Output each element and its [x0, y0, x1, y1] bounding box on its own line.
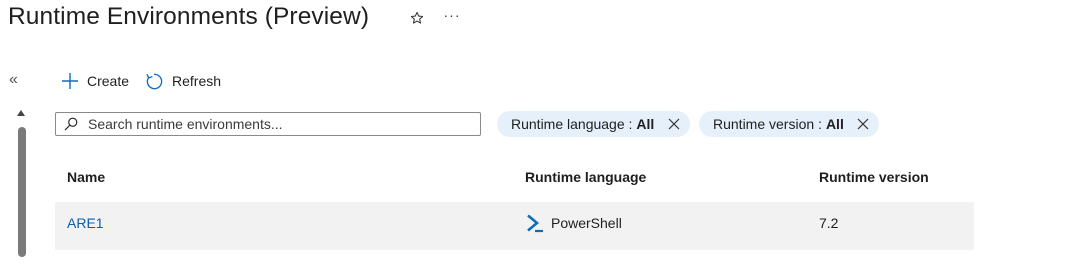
filter-pill-runtime-version[interactable]: Runtime version : All: [699, 111, 879, 137]
column-header-name[interactable]: Name: [67, 169, 105, 185]
refresh-icon: [146, 73, 163, 89]
create-button-label: Create: [87, 73, 130, 89]
ellipsis-icon[interactable]: ···: [443, 6, 461, 24]
scrollbar-thumb[interactable]: [18, 127, 26, 257]
star-icon[interactable]: [408, 9, 426, 27]
double-chevron-left-icon[interactable]: «: [9, 71, 18, 89]
search-icon: [64, 117, 78, 131]
filter-value: All: [825, 116, 844, 132]
column-header-runtime-version[interactable]: Runtime version: [819, 169, 929, 185]
plus-icon: [62, 73, 78, 89]
filter-pill-runtime-language[interactable]: Runtime language : All: [497, 111, 690, 137]
search-input[interactable]: [88, 116, 468, 132]
filter-value: All: [636, 116, 655, 132]
close-icon[interactable]: [668, 118, 680, 130]
close-icon[interactable]: [857, 118, 869, 130]
search-field[interactable]: [55, 112, 481, 136]
refresh-button-label: Refresh: [172, 73, 222, 89]
runtime-name-link[interactable]: ARE1: [67, 215, 104, 231]
filter-label: Runtime version :: [713, 116, 822, 132]
filter-label: Runtime language :: [511, 116, 633, 132]
powershell-icon: [527, 214, 543, 233]
runtime-language-label: PowerShell: [551, 215, 622, 231]
scroll-up-arrow[interactable]: [17, 110, 25, 116]
refresh-button[interactable]: Refresh: [145, 69, 221, 93]
page-title: Runtime Environments (Preview): [8, 3, 370, 30]
column-header-runtime-language[interactable]: Runtime language: [525, 169, 646, 185]
runtime-version-cell: 7.2: [819, 215, 839, 231]
runtime-language-cell: PowerShell: [525, 213, 622, 233]
create-button[interactable]: Create: [61, 69, 129, 93]
